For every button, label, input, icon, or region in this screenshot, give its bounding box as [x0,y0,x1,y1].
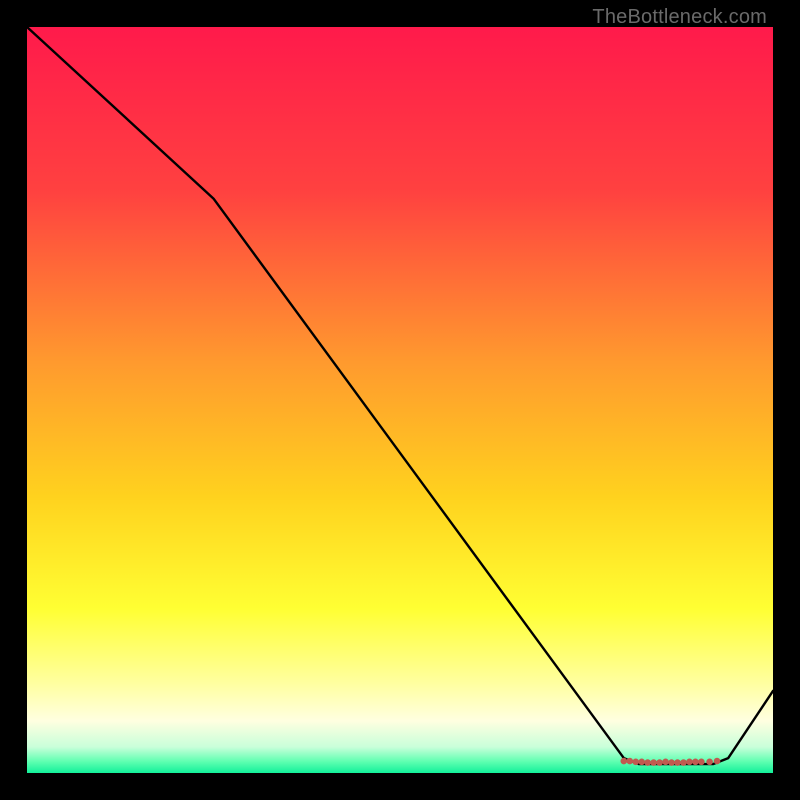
marker-dot [714,758,721,765]
marker-dot [698,759,705,766]
marker-dot [686,759,693,766]
marker-dot [662,759,669,766]
marker-dot [668,759,675,766]
marker-dot [674,759,681,766]
plot-background [27,27,773,773]
marker-dot [706,759,713,766]
marker-dot [638,759,645,766]
attribution-text: TheBottleneck.com [592,6,767,29]
marker-dot [656,759,663,766]
marker-dot [692,759,699,766]
marker-dot [680,759,687,766]
marker-dot [626,758,633,765]
marker-dot [632,759,639,766]
marker-dot [621,758,628,765]
chart-frame: TheBottleneck.com [0,0,800,800]
chart-plot [27,27,773,773]
marker-dot [650,759,657,766]
marker-dot [644,759,651,766]
